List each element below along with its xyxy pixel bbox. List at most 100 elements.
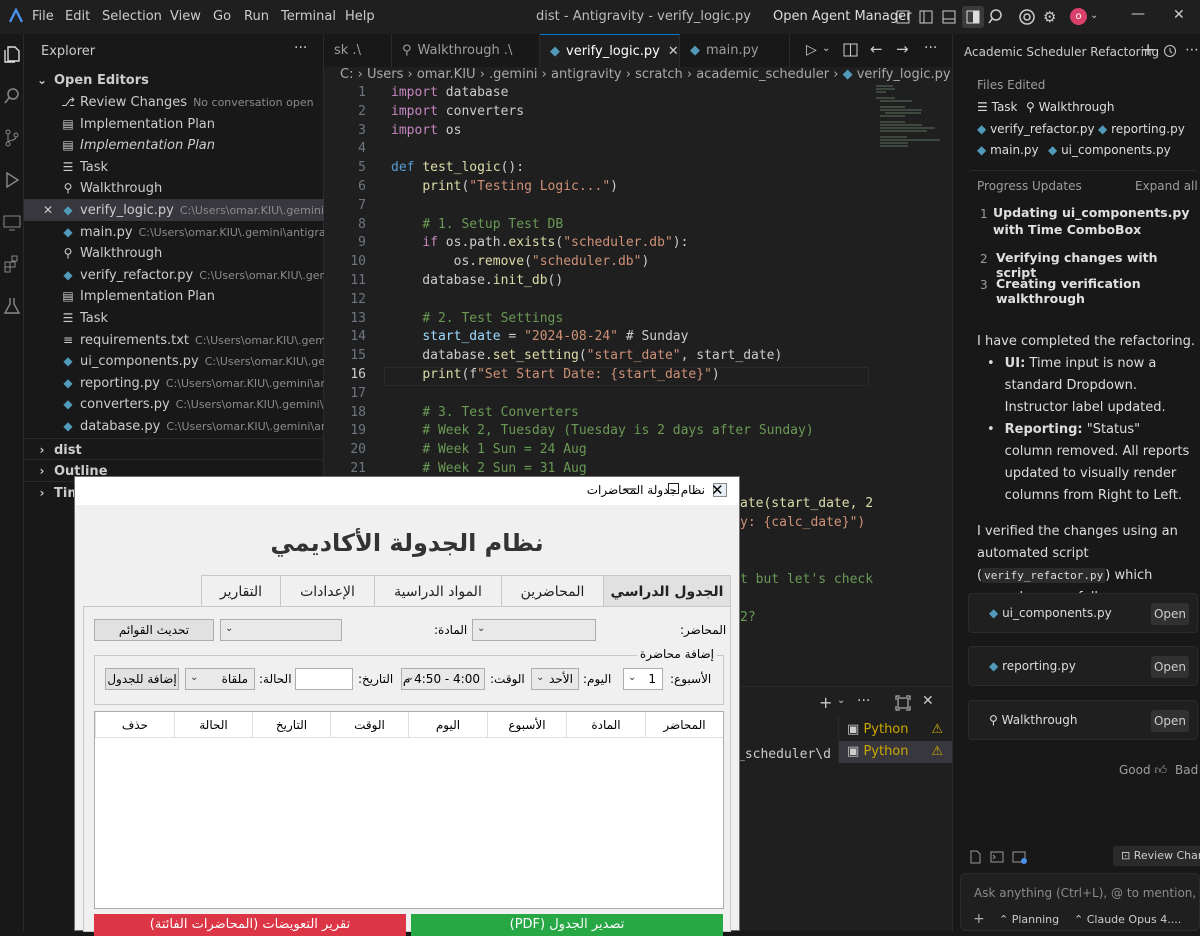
tab-task[interactable]: sk .\: [324, 34, 392, 67]
dist-section[interactable]: › dist: [24, 438, 324, 460]
feedback-bad[interactable]: Bad: [1175, 763, 1198, 777]
tab-verify-logic[interactable]: ◆ verify_logic.py ✕: [540, 34, 680, 67]
minimize-icon[interactable]: —: [1131, 6, 1145, 22]
open-ui-components-button[interactable]: Open: [1151, 603, 1189, 625]
refresh-lists-button[interactable]: تحديث القوائم: [94, 619, 214, 641]
code-line[interactable]: if os.path.exists("scheduler.db"):: [391, 235, 688, 250]
open-editor-item[interactable]: ⚲ Walkthrough: [24, 177, 324, 199]
open-editor-item[interactable]: ⚲ Walkthrough: [24, 242, 324, 264]
open-editor-item[interactable]: ▤ Implementation Plan: [24, 134, 324, 156]
chat-input-box[interactable]: Ask anything (Ctrl+L), @ to mention, / f…: [960, 873, 1200, 931]
file-chip-ui-components[interactable]: ◆ ui_components.py: [1048, 143, 1171, 157]
menu-terminal[interactable]: Terminal: [281, 9, 336, 24]
compensation-report-button[interactable]: تقرير التعويضات (المحاضرات الفائتة): [94, 914, 406, 936]
code-line[interactable]: print("Testing Logic..."): [391, 179, 618, 194]
tab-reports[interactable]: التقارير: [201, 575, 281, 607]
menu-file[interactable]: File: [32, 9, 54, 24]
source-control-icon[interactable]: [2, 128, 22, 148]
open-editor-item[interactable]: ▤ Implementation Plan: [24, 113, 324, 135]
close-panel-icon[interactable]: ✕: [922, 693, 934, 709]
tab-main[interactable]: ◆ main.py: [680, 34, 790, 67]
split-editor-icon[interactable]: [843, 42, 859, 58]
code-line[interactable]: # 2. Test Settings: [391, 311, 563, 326]
tab-instructors[interactable]: المحاضرين: [501, 575, 604, 607]
sidebar-toggle-icon[interactable]: [918, 9, 934, 25]
review-changes-button[interactable]: ⊡ Review Chan: [1113, 846, 1200, 866]
menu-go[interactable]: Go: [213, 9, 231, 24]
column-header-delete[interactable]: حذف: [95, 712, 174, 738]
open-editors-section[interactable]: ⌄ Open Editors: [24, 69, 324, 91]
open-editor-item[interactable]: ☰ Task: [24, 156, 324, 178]
tab-schedule[interactable]: الجدول الدراسي: [603, 575, 731, 607]
time-combo[interactable]: ⌄ 4:00 - 4:50 م: [401, 668, 485, 690]
column-header-date[interactable]: التاريخ: [252, 712, 330, 738]
go-back-arrow-icon[interactable]: ←: [870, 40, 883, 58]
document-icon[interactable]: [968, 849, 982, 864]
account-chevron-down-icon[interactable]: ⌄: [1090, 10, 1098, 21]
terminal-item-python-2[interactable]: ▣ Python ⚠: [839, 741, 953, 763]
code-line[interactable]: database.set_setting("start_date", start…: [391, 348, 782, 363]
code-line[interactable]: import converters: [391, 104, 524, 119]
column-header-instructor[interactable]: المحاضر: [645, 712, 723, 738]
run-debug-icon[interactable]: [2, 170, 22, 190]
export-pdf-button[interactable]: تصدير الجدول (PDF): [411, 914, 723, 936]
new-terminal-plus-icon[interactable]: +: [819, 693, 832, 712]
app-close-icon[interactable]: ✕: [711, 481, 724, 499]
open-editor-item[interactable]: ◆ reporting.py C:\Users\omar.KIU\.gemini\a…: [24, 372, 324, 394]
add-to-schedule-button[interactable]: إضافة للجدول: [105, 668, 179, 690]
date-input[interactable]: [295, 668, 353, 690]
week-combo[interactable]: ⌄ 1: [623, 668, 663, 690]
status-combo[interactable]: ⌄ ملقاة: [185, 668, 255, 690]
menu-view[interactable]: View: [170, 9, 201, 24]
tab-settings[interactable]: الإعدادات: [280, 575, 375, 607]
remote-explorer-icon[interactable]: [2, 212, 22, 232]
code-line[interactable]: import os: [391, 123, 461, 138]
open-editor-item[interactable]: ✕ ◆ verify_logic.py C:\Users\omar.KIU\.gemi…: [24, 199, 324, 221]
menu-selection[interactable]: Selection: [102, 9, 162, 24]
extensions-icon[interactable]: [2, 254, 22, 274]
terminal-dropdown-chevron-icon[interactable]: ⌄: [837, 695, 845, 706]
code-line[interactable]: database.init_db(): [391, 273, 563, 288]
agent-more-icon[interactable]: ⋯: [1185, 42, 1199, 58]
close-window-icon[interactable]: ✕: [1173, 7, 1185, 23]
column-header-week[interactable]: الأسبوع: [487, 712, 566, 738]
open-editor-item[interactable]: ≡ requirements.txt C:\Users\omar.KIU\.gemi…: [24, 329, 324, 351]
progress-step-1[interactable]: Updating ui_components.py with Time Comb…: [993, 204, 1193, 238]
menu-help[interactable]: Help: [345, 9, 375, 24]
layout-toggle-icon[interactable]: [895, 9, 911, 25]
column-header-subject[interactable]: المادة: [566, 712, 645, 738]
browser-small-icon[interactable]: [1012, 849, 1028, 864]
code-line[interactable]: # 1. Setup Test DB: [391, 217, 563, 232]
app-minimize-icon[interactable]: —: [623, 481, 637, 497]
editor-more-actions-icon[interactable]: ···: [924, 40, 937, 56]
menu-edit[interactable]: Edit: [65, 9, 90, 24]
close-tab-icon[interactable]: ✕: [668, 44, 679, 59]
file-card-ui-components[interactable]: ◆ ui_components.py Open: [968, 593, 1198, 633]
progress-step-3[interactable]: Creating verification walkthrough: [996, 276, 1196, 306]
app-maximize-icon[interactable]: [668, 483, 679, 494]
run-dropdown-chevron-icon[interactable]: ⌄: [822, 43, 830, 54]
file-chip-verify-refactor[interactable]: ◆ verify_refactor.py: [977, 122, 1095, 136]
open-walkthrough-button[interactable]: Open: [1151, 710, 1189, 732]
account-avatar[interactable]: o: [1070, 8, 1087, 25]
schedule-table[interactable]: المحاضر المادة الأسبوع اليوم الوقت التار…: [94, 711, 724, 909]
open-editor-item[interactable]: ◆ verify_refactor.py C:\Users\omar.KIU\.ge…: [24, 264, 324, 286]
terminal-more-icon[interactable]: ···: [857, 693, 870, 709]
testing-flask-icon[interactable]: [2, 296, 22, 316]
search-icon[interactable]: [988, 8, 1006, 26]
menu-run[interactable]: Run: [244, 9, 269, 24]
code-line[interactable]: import database: [391, 85, 508, 100]
column-header-time[interactable]: الوقت: [330, 712, 408, 738]
tab-subjects[interactable]: المواد الدراسية: [374, 575, 502, 607]
subject-combo[interactable]: ⌄: [220, 619, 342, 641]
open-editor-item[interactable]: ◆ ui_components.py C:\Users\omar.KIU\.gemi…: [24, 350, 324, 372]
code-line[interactable]: os.remove("scheduler.db"): [391, 254, 650, 269]
code-line[interactable]: # 3. Test Converters: [391, 405, 579, 420]
instructor-combo[interactable]: ⌄: [472, 619, 596, 641]
file-chip-task[interactable]: ☰ Task: [977, 100, 1018, 114]
code-line[interactable]: print(f"Set Start Date: {start_date}"): [391, 367, 719, 382]
history-icon[interactable]: [1163, 44, 1177, 58]
tab-walkthrough[interactable]: ⚲ Walkthrough .\: [392, 34, 540, 67]
file-card-walkthrough[interactable]: ⚲ Walkthrough Open: [968, 700, 1198, 740]
add-context-plus-icon[interactable]: +: [973, 911, 985, 927]
